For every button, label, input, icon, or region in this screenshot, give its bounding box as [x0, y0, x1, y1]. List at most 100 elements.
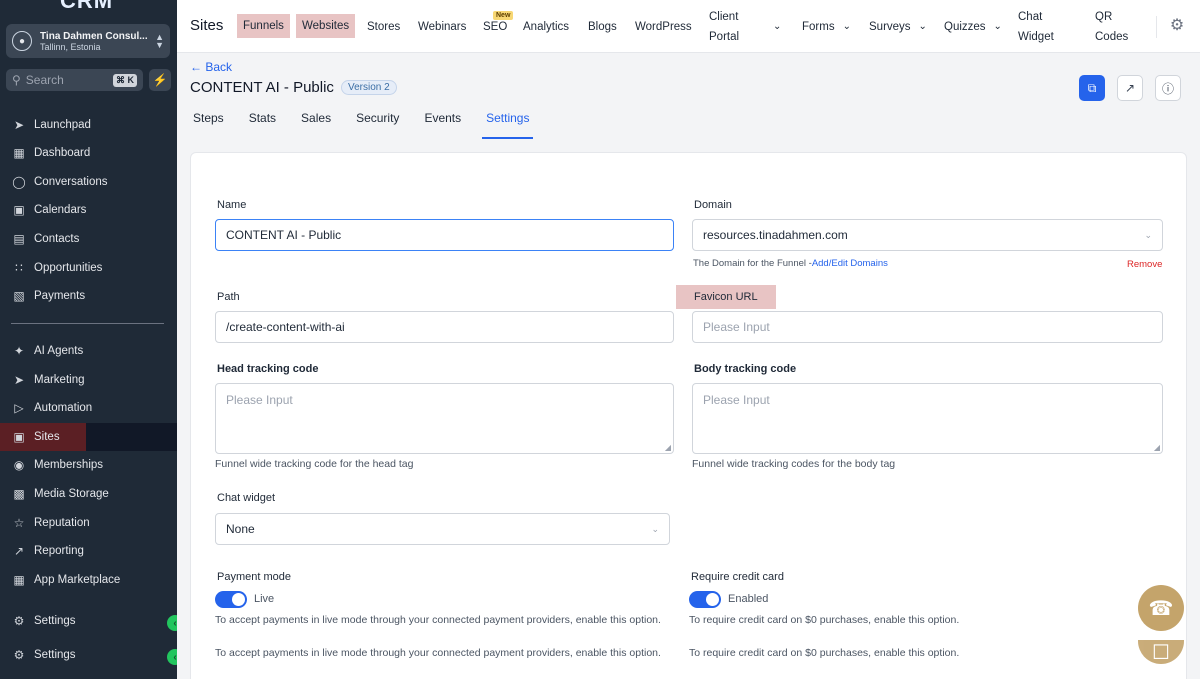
- sidebar: CRM ● Tina Dahmen Consul... Tallinn, Est…: [0, 0, 177, 679]
- sidebar-item-automation[interactable]: ▷ Automation: [0, 394, 177, 422]
- domain-label: Domain: [694, 199, 732, 211]
- tab-webinars[interactable]: Webinars: [418, 0, 466, 53]
- info-icon: ⓘ: [1161, 81, 1174, 96]
- chevron-down-icon: ⌄: [918, 21, 927, 32]
- tab-settings[interactable]: Settings: [482, 111, 534, 139]
- sidebar-item-app-marketplace[interactable]: ▦ App Marketplace: [0, 566, 177, 594]
- domain-select[interactable]: resources.tinadahmen.com ⌄: [692, 219, 1163, 251]
- tab-quizzes[interactable]: Quizzes ⌄: [944, 0, 1002, 53]
- tab-events[interactable]: Events: [424, 111, 461, 139]
- account-switcher[interactable]: ● Tina Dahmen Consul... Tallinn, Estonia…: [6, 24, 170, 58]
- main-content: ← Back CONTENT AI - Public Version 2 ⧉ ↗…: [177, 53, 1200, 679]
- path-input[interactable]: /create-content-with-ai: [215, 311, 674, 343]
- sparkle-icon: ✦: [13, 344, 25, 358]
- payment-mode-toggle[interactable]: [215, 591, 247, 608]
- chevron-down-icon: ⌄: [1144, 229, 1152, 240]
- sidebar-item-reputation[interactable]: ☆ Reputation: [0, 509, 177, 537]
- tab-steps[interactable]: Steps: [193, 111, 224, 139]
- add-edit-domains-link[interactable]: Add/Edit Domains: [812, 258, 888, 269]
- chat-widget-select[interactable]: None ⌄: [215, 513, 670, 545]
- tab-forms[interactable]: Forms ⌄: [802, 0, 851, 53]
- info-button[interactable]: ⓘ: [1155, 75, 1181, 101]
- sites-icon: ▣: [13, 430, 25, 444]
- tab-funnels[interactable]: Funnels: [237, 14, 290, 38]
- settings-card: Name CONTENT AI - Public Domain resource…: [190, 152, 1187, 679]
- section-title: Sites: [190, 17, 224, 34]
- name-label: Name: [217, 199, 247, 211]
- chat-bubble-icon: ☐: [1152, 641, 1170, 664]
- tab-security[interactable]: Security: [356, 111, 399, 139]
- gear-icon[interactable]: ⚙: [1167, 16, 1187, 36]
- remove-domain-link[interactable]: Remove: [1127, 259, 1162, 270]
- head-code-help: Funnel wide tracking code for the head t…: [215, 458, 414, 470]
- sidebar-item-ai-agents[interactable]: ✦ AI Agents: [0, 337, 177, 365]
- sidebar-item-payments[interactable]: ▧ Payments: [0, 282, 177, 310]
- tab-blogs[interactable]: Blogs: [588, 0, 617, 53]
- sidebar-item-marketing[interactable]: ➤ Marketing: [0, 366, 177, 394]
- resize-handle-icon[interactable]: ◢: [665, 443, 671, 452]
- tab-stats[interactable]: Stats: [249, 111, 276, 139]
- sidebar-item-dashboard[interactable]: ▦ Dashboard: [0, 139, 177, 167]
- sidebar-item-settings-2[interactable]: ⚙ Settings: [0, 641, 177, 669]
- bolt-icon: ⚡: [152, 73, 168, 87]
- sidebar-item-conversations[interactable]: ◯ Conversations: [0, 168, 177, 196]
- chevron-down-icon: ⌄: [993, 21, 1002, 32]
- tab-surveys[interactable]: Surveys ⌄: [869, 0, 927, 53]
- chevron-down-icon: ⌄: [842, 21, 851, 32]
- version-badge: Version 2: [341, 80, 397, 95]
- tab-sales[interactable]: Sales: [301, 111, 331, 139]
- head-code-textarea[interactable]: Please Input ◢: [215, 383, 674, 454]
- chat-widget-label: Chat widget: [217, 492, 276, 504]
- help-chat-button[interactable]: ☎: [1138, 585, 1184, 631]
- favicon-label: Favicon URL: [676, 285, 776, 309]
- credit-card-toggle[interactable]: [689, 591, 721, 608]
- quick-actions-button[interactable]: ⚡: [149, 69, 171, 91]
- external-link-icon: ↗: [1124, 81, 1136, 95]
- tab-seo[interactable]: SEO: [483, 0, 507, 53]
- payment-mode-value: Live: [254, 593, 275, 605]
- rocket-icon: ➤: [13, 118, 25, 132]
- account-location: Tallinn, Estonia: [40, 41, 101, 52]
- payment-mode-label: Payment mode: [217, 571, 291, 583]
- credit-card-value: Enabled: [728, 593, 769, 605]
- sidebar-item-sites[interactable]: ▣ Sites: [0, 423, 177, 451]
- sidebar-item-reporting[interactable]: ↗ Reporting: [0, 537, 177, 565]
- tab-stores[interactable]: Stores: [367, 0, 400, 53]
- sidebar-item-media-storage[interactable]: ▩ Media Storage: [0, 480, 177, 508]
- search-input[interactable]: ⚲ Search ⌘ K: [6, 69, 143, 91]
- name-input[interactable]: CONTENT AI - Public: [215, 219, 674, 251]
- tab-qr-codes[interactable]: QR Codes: [1095, 0, 1131, 53]
- body-code-textarea[interactable]: Please Input ◢: [692, 383, 1163, 454]
- top-navigation: Sites Funnels Websites Stores Webinars N…: [177, 0, 1200, 53]
- sidebar-item-contacts[interactable]: ▤ Contacts: [0, 225, 177, 253]
- sidebar-item-memberships[interactable]: ◉ Memberships: [0, 451, 177, 479]
- credit-card-help-2: To require credit card on $0 purchases, …: [689, 647, 960, 659]
- sidebar-divider: [11, 323, 164, 324]
- topbar-divider: [1156, 16, 1157, 38]
- image-icon: ▩: [13, 487, 25, 501]
- tab-websites[interactable]: Websites: [296, 14, 356, 38]
- page-tabs: Steps Stats Sales Security Events Settin…: [193, 111, 554, 139]
- tab-client-portal[interactable]: Client Portal ⌄: [709, 0, 781, 53]
- grid-icon: ▦: [13, 146, 25, 160]
- share-button[interactable]: ⧉: [1079, 75, 1105, 101]
- favicon-input[interactable]: Please Input: [692, 311, 1163, 343]
- sidebar-item-settings[interactable]: ⚙ Settings: [0, 607, 177, 635]
- star-icon: ☆: [13, 516, 25, 530]
- opportunities-icon: ∷: [15, 261, 23, 275]
- body-code-label: Body tracking code: [694, 363, 797, 375]
- share-icon: ⧉: [1087, 80, 1097, 95]
- automation-icon: ▷: [14, 401, 24, 415]
- sidebar-item-launchpad[interactable]: ➤ Launchpad: [0, 111, 177, 139]
- sidebar-item-opportunities[interactable]: ∷ Opportunities: [0, 254, 177, 282]
- open-external-button[interactable]: ↗: [1117, 75, 1143, 101]
- back-link[interactable]: ← Back: [190, 60, 232, 74]
- tab-chat-widget[interactable]: Chat Widget: [1018, 0, 1062, 53]
- sidebar-item-calendars[interactable]: ▣ Calendars: [0, 196, 177, 224]
- tab-wordpress[interactable]: WordPress: [635, 0, 692, 53]
- tab-analytics[interactable]: Analytics: [523, 0, 569, 53]
- credit-card-label: Require credit card: [691, 571, 784, 583]
- memberships-icon: ◉: [13, 458, 25, 472]
- contacts-icon: ▤: [13, 232, 25, 246]
- resize-handle-icon[interactable]: ◢: [1154, 443, 1160, 452]
